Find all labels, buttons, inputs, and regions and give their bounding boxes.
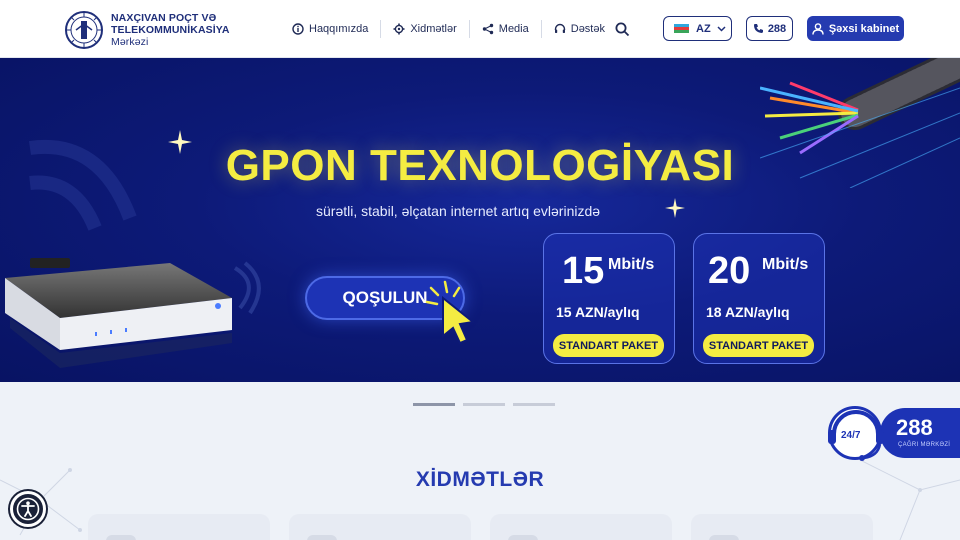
brand-line-3: Mərkəzi <box>111 36 149 48</box>
plan-price: 15 AZN/aylıq <box>556 304 640 320</box>
nav-support-label: Dəstək <box>570 23 605 35</box>
carousel-dot[interactable] <box>463 403 505 406</box>
site-header: NAXÇIVAN POÇT VƏ TELEKOMMUNİKASİYA Mərkə… <box>0 0 960 58</box>
service-icon <box>709 535 739 540</box>
azerbaijan-flag-icon <box>674 23 689 34</box>
brand-line-1: NAXÇIVAN POÇT VƏ <box>111 12 217 24</box>
call-center-number: 288 <box>896 415 933 440</box>
accessibility-icon <box>16 497 40 521</box>
phone-icon <box>753 24 763 33</box>
carousel-indicators <box>413 403 563 406</box>
user-icon <box>812 22 824 35</box>
plan-speed: 20 <box>708 250 751 292</box>
services-title: XİDMƏTLƏR <box>415 468 545 491</box>
language-label: AZ <box>696 22 711 35</box>
main-nav: Haqqımızda Xidmətlər Media Dəstək <box>280 20 617 38</box>
hero-subtitle: sürətli, stabil, əlçatan internet artıq … <box>316 203 601 219</box>
nav-support[interactable]: Dəstək <box>542 20 617 38</box>
service-icon <box>508 535 538 540</box>
service-card[interactable] <box>490 514 672 540</box>
info-icon <box>292 23 304 35</box>
nav-services[interactable]: Xidmətlər <box>381 20 470 38</box>
phone-number: 288 <box>767 22 787 35</box>
plan-unit: Mbit/s <box>762 256 809 273</box>
plan-card-20[interactable]: 20 Mbit/s 18 AZN/aylıq STANDART PAKET <box>693 233 825 364</box>
headset-icon <box>554 23 565 33</box>
brand-name[interactable]: NAXÇIVAN POÇT VƏ TELEKOMMUNİKASİYA Mərkə… <box>111 12 230 48</box>
router-image <box>5 258 232 368</box>
personal-cabinet-label: Şəxsi kabinet <box>828 22 900 35</box>
call-center-label: ÇAĞRI MƏRKƏZİ <box>898 442 951 448</box>
call-center-widget[interactable]: 288 ÇAĞRI MƏRKƏZİ 24/7 <box>826 406 960 461</box>
search-icon <box>615 22 629 36</box>
service-icon <box>307 535 337 540</box>
plan-package-button[interactable]: STANDART PAKET <box>703 334 814 357</box>
carousel-dot[interactable] <box>513 403 555 406</box>
chevron-down-icon <box>717 25 726 32</box>
plan-package-button[interactable]: STANDART PAKET <box>553 334 664 357</box>
cursor-click-icon <box>425 280 476 345</box>
service-card[interactable] <box>88 514 270 540</box>
nav-about[interactable]: Haqqımızda <box>280 20 382 38</box>
brand-line-2: TELEKOMMUNİKASİYA <box>111 24 230 36</box>
services-cards <box>88 514 892 540</box>
plan-speed: 15 <box>562 250 605 292</box>
service-card[interactable] <box>691 514 873 540</box>
nav-media[interactable]: Media <box>470 20 542 38</box>
nav-about-label: Haqqımızda <box>309 23 369 35</box>
phone-button[interactable]: 288 <box>746 16 793 41</box>
plan-unit: Mbit/s <box>608 256 655 273</box>
support-hours: 24/7 <box>841 430 861 441</box>
service-icon <box>106 535 136 540</box>
share-icon <box>482 23 493 35</box>
accessibility-button[interactable] <box>10 491 46 527</box>
hero-title: GPON TEXNOLOGİYASI <box>0 141 960 191</box>
nav-services-label: Xidmətlər <box>410 23 457 35</box>
plan-price: 18 AZN/aylıq <box>706 304 790 320</box>
search-button[interactable] <box>612 19 632 39</box>
service-card[interactable] <box>289 514 471 540</box>
language-selector[interactable]: AZ <box>663 16 732 41</box>
hero-banner[interactable]: GPON TEXNOLOGİYASI sürətli, stabil, əlça… <box>0 58 960 382</box>
logo-emblem[interactable] <box>64 10 104 50</box>
hero-title-text: GPON TEXNOLOGİYASI <box>225 141 735 190</box>
personal-cabinet-button[interactable]: Şəxsi kabinet <box>807 16 904 41</box>
plan-card-15[interactable]: 15 Mbit/s 15 AZN/aylıq STANDART PAKET <box>543 233 675 364</box>
carousel-dot[interactable] <box>413 403 455 406</box>
gear-icon <box>393 23 405 35</box>
nav-media-label: Media <box>498 23 529 35</box>
sparkle-icon <box>665 198 685 218</box>
